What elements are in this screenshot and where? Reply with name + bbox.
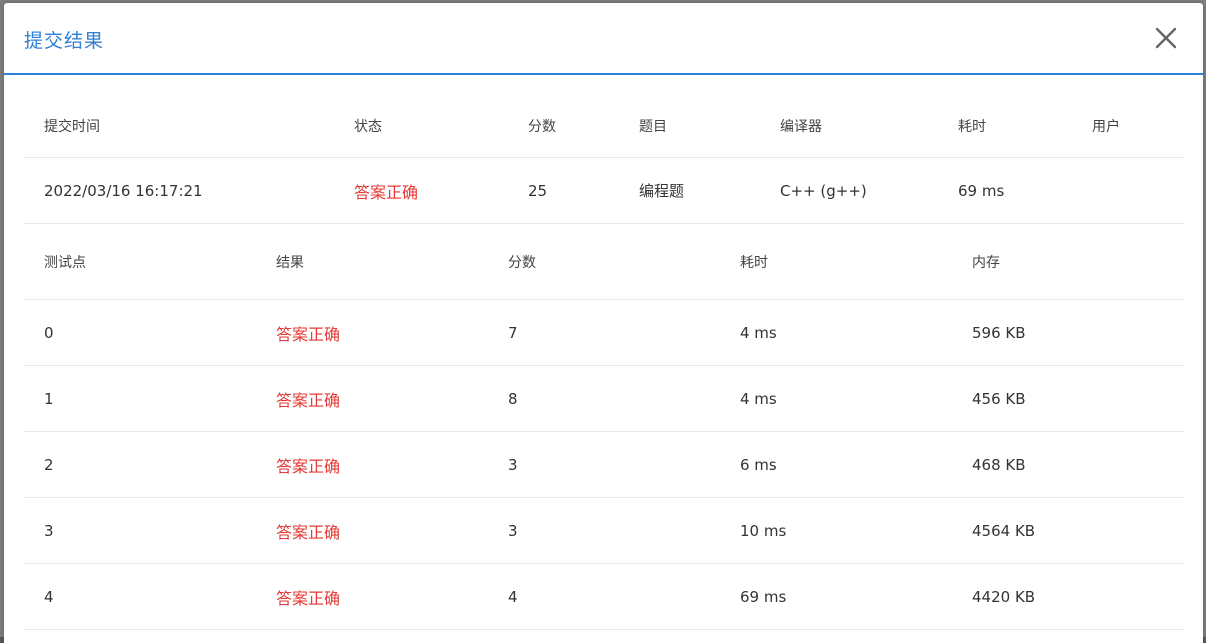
- case-score-cell: 3: [488, 431, 720, 498]
- memory-cell: 4564 KB: [952, 497, 1184, 564]
- dialog-header: 提交结果: [4, 3, 1203, 75]
- header-time: 耗时: [938, 94, 1072, 158]
- header-case-time: 耗时: [720, 224, 952, 300]
- result-cell: 答案正确: [256, 365, 488, 432]
- submission-result-dialog: 提交结果 提交时间 状态 分数 题目 编译器 耗时 用户 2022/03/16 …: [4, 3, 1203, 643]
- memory-cell: 456 KB: [952, 365, 1184, 432]
- header-memory: 内存: [952, 224, 1184, 300]
- header-user: 用户: [1072, 94, 1184, 158]
- case-score-cell: 4: [488, 563, 720, 630]
- memory-cell: 596 KB: [952, 299, 1184, 366]
- table-row: 1 答案正确 8 4 ms 456 KB: [24, 365, 1184, 432]
- test-point-cell: 3: [24, 497, 256, 564]
- case-time-cell: 69 ms: [720, 563, 952, 630]
- case-time-cell: 4 ms: [720, 365, 952, 432]
- submit-time-cell: 2022/03/16 16:17:21: [24, 157, 334, 224]
- case-score-cell: 3: [488, 497, 720, 564]
- cases-header-row: 测试点 结果 分数 耗时 内存: [24, 224, 1184, 300]
- test-point-cell: 1: [24, 365, 256, 432]
- score-cell: 25: [508, 157, 619, 224]
- memory-cell: 4420 KB: [952, 563, 1184, 630]
- header-submit-time: 提交时间: [24, 94, 334, 158]
- case-score-cell: 7: [488, 299, 720, 366]
- result-cell: 答案正确: [256, 497, 488, 564]
- dialog-title: 提交结果: [24, 30, 105, 52]
- table-row: 2 答案正确 3 6 ms 468 KB: [24, 431, 1184, 498]
- status-cell: 答案正确: [334, 157, 508, 224]
- test-point-cell: 4: [24, 563, 256, 630]
- test-point-cell: 0: [24, 299, 256, 366]
- table-row: 0 答案正确 7 4 ms 596 KB: [24, 299, 1184, 366]
- header-compiler: 编译器: [760, 94, 938, 158]
- submission-summary-table: 提交时间 状态 分数 题目 编译器 耗时 用户 2022/03/16 16:17…: [24, 94, 1184, 224]
- compiler-cell: C++ (g++): [760, 157, 938, 224]
- result-cell: 答案正确: [256, 431, 488, 498]
- memory-cell: 468 KB: [952, 431, 1184, 498]
- dialog-body: 提交时间 状态 分数 题目 编译器 耗时 用户 2022/03/16 16:17…: [24, 94, 1184, 630]
- test-cases-table: 测试点 结果 分数 耗时 内存 0 答案正确 7 4 ms 596 KB 1 答: [24, 224, 1184, 630]
- summary-row: 2022/03/16 16:17:21 答案正确 25 编程题 C++ (g++…: [24, 157, 1184, 224]
- close-icon: [1155, 27, 1177, 49]
- header-status: 状态: [334, 94, 508, 158]
- time-cell: 69 ms: [938, 157, 1072, 224]
- result-cell: 答案正确: [256, 563, 488, 630]
- summary-header-row: 提交时间 状态 分数 题目 编译器 耗时 用户: [24, 94, 1184, 158]
- user-cell: [1072, 157, 1184, 224]
- case-time-cell: 4 ms: [720, 299, 952, 366]
- close-button[interactable]: [1153, 25, 1179, 51]
- table-row: 4 答案正确 4 69 ms 4420 KB: [24, 563, 1184, 630]
- problem-cell: 编程题: [619, 157, 760, 224]
- case-score-cell: 8: [488, 365, 720, 432]
- result-cell: 答案正确: [256, 299, 488, 366]
- header-score: 分数: [508, 94, 619, 158]
- header-test-point: 测试点: [24, 224, 256, 300]
- header-problem: 题目: [619, 94, 760, 158]
- header-case-score: 分数: [488, 224, 720, 300]
- test-point-cell: 2: [24, 431, 256, 498]
- case-time-cell: 6 ms: [720, 431, 952, 498]
- table-row: 3 答案正确 3 10 ms 4564 KB: [24, 497, 1184, 564]
- header-result: 结果: [256, 224, 488, 300]
- case-time-cell: 10 ms: [720, 497, 952, 564]
